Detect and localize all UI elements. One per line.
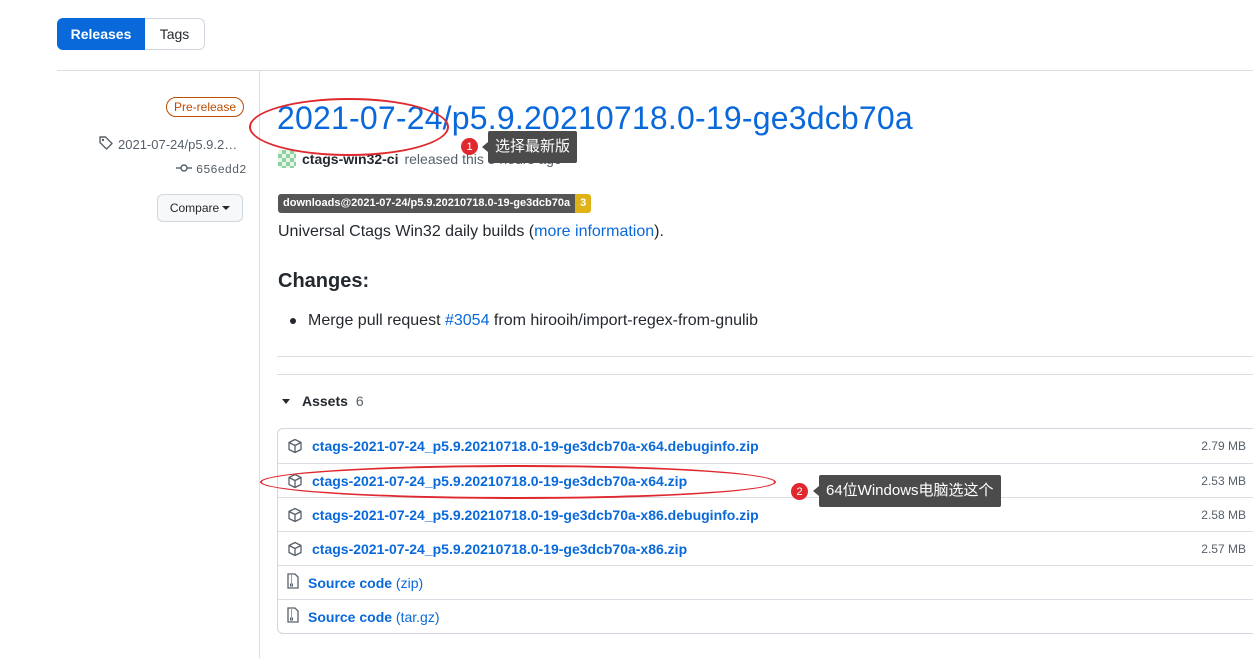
sidebar-tag-link[interactable]: 2021-07-24/p5.9.2… [98, 135, 244, 154]
assets-list: ctags-2021-07-24_p5.9.20210718.0-19-ge3d… [277, 428, 1253, 634]
assets-label: Assets [302, 393, 348, 409]
prerelease-badge: Pre-release [166, 97, 245, 117]
assets-count: 6 [355, 393, 364, 409]
pull-request-link[interactable]: #3054 [445, 312, 490, 329]
description-suffix: ). [654, 223, 664, 240]
change-list-item: Merge pull request #3054 from hirooih/im… [290, 312, 758, 330]
asset-row: ctags-2021-07-24_p5.9.20210718.0-19-ge3d… [278, 429, 1253, 463]
changes-heading: Changes: [278, 270, 370, 292]
sidebar-commit-link[interactable]: 656edd2 [176, 162, 246, 178]
asset-size: 2.57 MB [1201, 541, 1246, 556]
change-suffix: from hirooih/import-regex-from-gnulib [489, 312, 758, 329]
description-prefix: Universal Ctags Win32 daily builds ( [278, 223, 535, 240]
asset-link[interactable]: ctags-2021-07-24_p5.9.20210718.0-19-ge3d… [312, 507, 759, 523]
sidebar-tag-label: 2021-07-24/p5.9.2… [118, 137, 238, 152]
asset-size: 2.79 MB [1201, 439, 1246, 453]
content-divider [277, 356, 1253, 357]
downloads-badge: downloads@2021-07-24/p5.9.20210718.0-19-… [278, 194, 592, 213]
asset-row: ctags-2021-07-24_p5.9.20210718.0-19-ge3d… [278, 497, 1253, 531]
downloads-badge-count: 3 [575, 194, 592, 213]
annotation-tip-2: 64位Windows电脑选这个 [813, 475, 1001, 507]
bullet-dot [290, 318, 296, 324]
package-icon [287, 507, 303, 523]
tab-tags[interactable]: Tags [145, 18, 205, 50]
asset-link[interactable]: ctags-2021-07-24_p5.9.20210718.0-19-ge3d… [312, 541, 687, 557]
triangle-down-icon [282, 398, 290, 404]
tab-releases[interactable]: Releases [57, 18, 145, 50]
package-icon [287, 438, 303, 454]
release-tabs: Releases Tags [57, 18, 205, 50]
source-targz-link[interactable]: Source code (tar.gz) [308, 609, 440, 625]
downloads-badge-label: downloads@2021-07-24/p5.9.20210718.0-19-… [278, 194, 576, 213]
sidebar-divider [259, 70, 260, 658]
release-description: Universal Ctags Win32 daily builds (more… [278, 223, 664, 241]
annotation-number-2: 2 [791, 483, 808, 500]
asset-row: Source code (tar.gz) [278, 599, 1253, 633]
asset-row: Source code (zip) [278, 565, 1253, 599]
asset-link[interactable]: ctags-2021-07-24_p5.9.20210718.0-19-ge3d… [312, 438, 759, 454]
more-information-link[interactable]: more information [534, 223, 654, 240]
compare-label: Compare [169, 201, 220, 215]
commit-icon [176, 162, 192, 178]
asset-row: ctags-2021-07-24_p5.9.20210718.0-19-ge3d… [278, 531, 1253, 565]
source-zip-link[interactable]: Source code (zip) [308, 575, 423, 591]
commit-hash: 656edd2 [196, 163, 247, 177]
file-zip-icon [287, 607, 301, 626]
avatar[interactable] [278, 150, 296, 168]
asset-size: 2.58 MB [1201, 507, 1246, 522]
top-divider [57, 70, 1253, 71]
assets-toggle[interactable]: Assets 6 [282, 393, 364, 409]
compare-button[interactable]: Compare [157, 194, 243, 222]
caret-down-icon [222, 206, 231, 210]
change-prefix: Merge pull request [308, 312, 445, 329]
file-zip-icon [287, 573, 301, 592]
highlight-oval-asset [260, 465, 776, 499]
annotation-number-1: 1 [461, 138, 478, 155]
package-icon [287, 541, 303, 557]
tag-icon [98, 135, 114, 154]
assets-divider [277, 374, 1253, 375]
annotation-tip-1: 选择最新版 [481, 131, 578, 163]
highlight-oval-title [249, 98, 449, 156]
asset-size: 2.53 MB [1201, 473, 1246, 488]
